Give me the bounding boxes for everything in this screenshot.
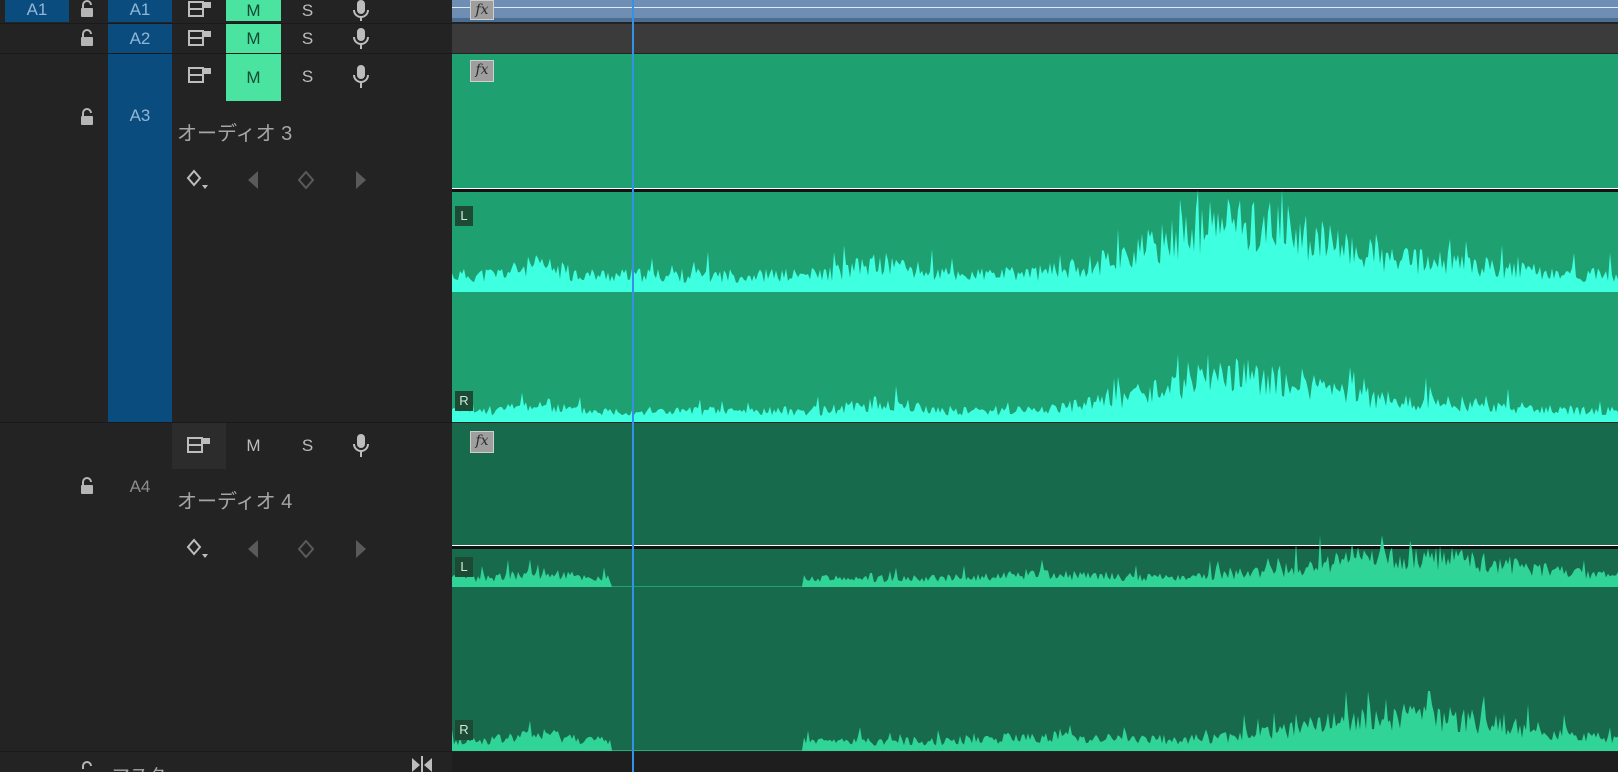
empty-track-a2[interactable] (452, 24, 1618, 53)
lock-icon[interactable] (79, 761, 95, 772)
go-to-edge-icon[interactable] (410, 756, 434, 772)
waveform-shape (452, 354, 1618, 422)
waveform-shape (452, 535, 1618, 587)
solo-button-a4[interactable]: S (280, 432, 335, 460)
track-name-master: マスター (112, 762, 184, 772)
track-header-a4: A4 M S オーディオ 4 (0, 423, 452, 752)
sync-lock-button[interactable] (172, 423, 226, 469)
fx-badge-icon[interactable]: fx (470, 0, 494, 20)
track-header-a2: A2 M S (0, 24, 452, 54)
previous-keyframe-icon[interactable] (246, 170, 260, 190)
keyframe-toggle-icon[interactable] (186, 538, 212, 560)
channel-label-right: R (455, 720, 473, 740)
sync-lock-icon[interactable] (187, 29, 213, 49)
audio-clip-a3[interactable]: fx L R (452, 54, 1618, 422)
sync-lock-icon[interactable] (187, 66, 213, 86)
waveform-shape (452, 691, 1618, 751)
audio-clip-a4[interactable]: fx L R (452, 423, 1618, 751)
source-patch-a1[interactable]: A1 (5, 0, 69, 22)
volume-rubber-band[interactable] (452, 7, 1618, 8)
lock-icon[interactable] (79, 29, 95, 47)
mute-button-a1[interactable]: M (226, 0, 281, 21)
lock-icon[interactable] (79, 0, 95, 18)
mute-button-a4[interactable]: M (226, 432, 281, 460)
sync-lock-icon (187, 437, 210, 453)
add-keyframe-icon[interactable] (298, 171, 314, 189)
sync-lock-icon[interactable] (187, 0, 213, 20)
fx-badge-icon[interactable]: fx (470, 431, 494, 453)
track-target-a2[interactable]: A2 (108, 24, 172, 53)
microphone-icon[interactable] (352, 0, 370, 22)
lock-icon[interactable] (79, 108, 95, 126)
waveform-left (452, 535, 1618, 587)
track-name-a4[interactable]: オーディオ 4 (177, 485, 292, 514)
track-header-a1: A1 A1 M S (0, 0, 452, 24)
clip-edge (452, 18, 1618, 22)
waveform-right (452, 354, 1618, 422)
add-keyframe-icon[interactable] (298, 540, 314, 558)
track-header-a3: A3 M S オーディオ 3 (0, 54, 452, 423)
next-keyframe-icon[interactable] (354, 539, 368, 559)
channel-label-left: L (455, 557, 473, 577)
mute-button-a2[interactable]: M (226, 24, 281, 53)
microphone-icon[interactable] (352, 27, 370, 51)
track-name-a3[interactable]: オーディオ 3 (177, 117, 292, 146)
fx-badge-icon[interactable]: fx (470, 60, 494, 82)
solo-button-a3[interactable]: S (280, 63, 335, 91)
channel-label-right: R (455, 391, 473, 411)
master-track-area[interactable] (452, 752, 1618, 772)
track-header-panel: A1 A1 M S A2 M S A3 M S オーディオ 3 A4 M S オ… (0, 0, 452, 772)
track-target-label: A3 (129, 106, 151, 125)
track-target-a3[interactable]: A3 (108, 54, 172, 422)
mute-button-a3[interactable]: M (226, 54, 281, 101)
microphone-icon[interactable] (352, 64, 370, 90)
solo-button-a1[interactable]: S (280, 0, 335, 21)
waveform-right (452, 691, 1618, 751)
track-target-a1[interactable]: A1 (108, 0, 172, 22)
track-header-master: マスター (0, 752, 452, 772)
waveform-shape (452, 190, 1618, 292)
next-keyframe-icon[interactable] (354, 170, 368, 190)
previous-keyframe-icon[interactable] (246, 539, 260, 559)
timeline-panel[interactable]: fx fx L R fx L R (452, 0, 1618, 772)
lock-icon[interactable] (79, 477, 95, 495)
waveform-left (452, 190, 1618, 292)
solo-button-a2[interactable]: S (280, 24, 335, 53)
microphone-icon[interactable] (352, 433, 370, 459)
channel-label-left: L (455, 206, 473, 226)
audio-clip-a1[interactable]: fx (452, 0, 1618, 22)
playhead[interactable] (632, 0, 634, 772)
keyframe-toggle-icon[interactable] (186, 169, 212, 191)
track-target-a4[interactable]: A4 (108, 477, 172, 497)
